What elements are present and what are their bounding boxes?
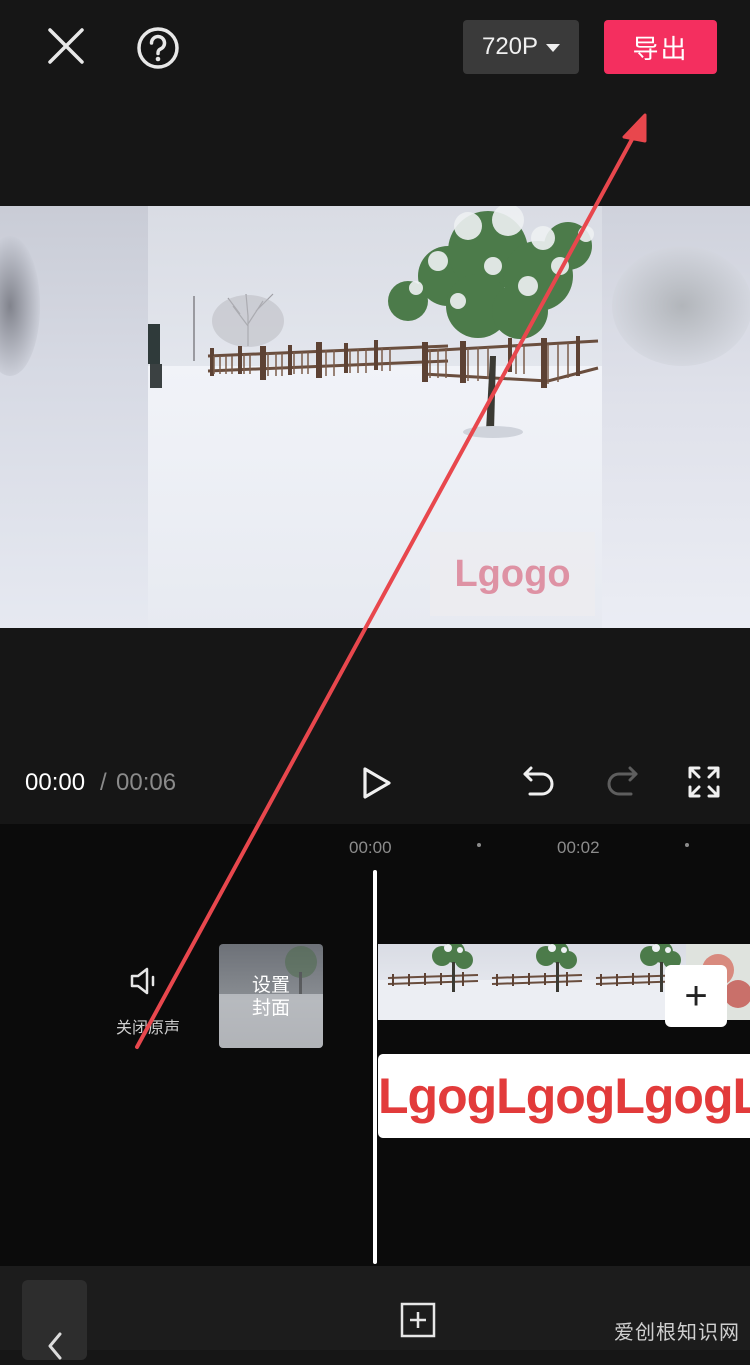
timeline-panel[interactable]: 00:00 00:02 关闭原声 设置 封面 + LgogLgogLgogL: [0, 824, 750, 1266]
plus-square-icon: [400, 1302, 436, 1338]
add-clip-button[interactable]: +: [665, 965, 727, 1027]
mute-original-audio-label: 关闭原声: [115, 1020, 180, 1037]
blurred-background-right: [602, 206, 750, 628]
time-tick: 00:00: [349, 838, 392, 857]
bottom-toolbar: 爱创根知识网: [0, 1266, 750, 1360]
play-icon: [363, 767, 391, 799]
back-button[interactable]: [22, 1280, 87, 1360]
redo-button[interactable]: [605, 764, 639, 798]
set-cover-label-line2: 封面: [251, 998, 290, 1019]
speaker-icon: [130, 967, 155, 995]
tick-dot: [477, 843, 481, 847]
time-separator: /: [100, 769, 107, 796]
total-time: 00:06: [116, 769, 177, 796]
caret-down-icon: [546, 44, 561, 52]
set-cover-button[interactable]: 设置 封面: [219, 944, 323, 1048]
tick-dot: [685, 843, 689, 847]
help-button[interactable]: [134, 24, 182, 72]
site-watermark: 爱创根知识网: [614, 1322, 740, 1344]
play-button[interactable]: [358, 764, 394, 802]
undo-icon: [523, 766, 554, 796]
set-cover-label-line1: 设置: [251, 975, 290, 996]
set-cover-label: 设置 封面: [219, 974, 323, 1020]
fullscreen-icon: [688, 766, 720, 798]
watermark-overlay: Lgogo: [430, 532, 595, 616]
close-icon: [48, 28, 84, 64]
add-track-button[interactable]: [400, 1302, 436, 1338]
video-preview[interactable]: Lgogo: [0, 206, 750, 628]
chevron-left-icon: [48, 1332, 62, 1360]
blurred-background-left: [0, 206, 148, 628]
watermark-sticker-track[interactable]: LgogLgogLgogLgo: [378, 1054, 750, 1138]
redo-icon: [607, 766, 638, 796]
time-tick: 00:02: [557, 838, 600, 857]
resolution-label: 720P: [481, 33, 539, 60]
playhead[interactable]: [373, 870, 377, 1264]
help-icon: [137, 27, 179, 69]
fullscreen-button[interactable]: [688, 766, 720, 798]
undo-button[interactable]: [522, 764, 556, 798]
mute-original-audio-button[interactable]: [128, 964, 162, 998]
resolution-dropdown[interactable]: 720P: [463, 20, 579, 74]
export-button[interactable]: 导出: [604, 20, 717, 74]
current-time: 00:00: [25, 769, 86, 796]
close-button[interactable]: [44, 24, 88, 68]
